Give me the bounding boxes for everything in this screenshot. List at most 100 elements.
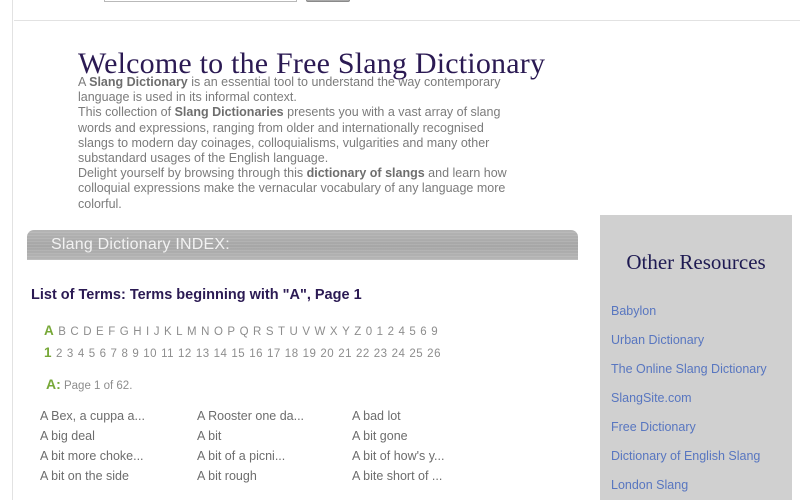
intro-paragraphs: A Slang Dictionary is an essential tool … xyxy=(78,75,508,212)
alpha-nav-item-Y[interactable]: Y xyxy=(342,326,350,338)
page-nav-item-4[interactable]: 4 xyxy=(78,348,85,360)
alpha-nav-item-Q[interactable]: Q xyxy=(240,326,249,338)
term-link[interactable]: A bit gone xyxy=(352,426,507,446)
sidebar-link[interactable]: London Slang xyxy=(611,471,791,500)
page-nav-item-1[interactable]: 1 xyxy=(44,345,52,360)
page-status-letter: A: xyxy=(46,376,61,392)
sidebar-link[interactable]: Free Dictionary xyxy=(611,413,791,442)
term-link[interactable]: A bit rough xyxy=(197,466,352,486)
alpha-nav-item-B[interactable]: B xyxy=(58,326,66,338)
alpha-nav-item-1[interactable]: 1 xyxy=(377,326,384,338)
page-nav-item-2[interactable]: 2 xyxy=(56,348,63,360)
page-nav-item-13[interactable]: 13 xyxy=(196,348,210,360)
intro-emphasis: dictionary of slangs xyxy=(306,166,425,181)
terms-grid: A Bex, a cuppa a... A big deal A bit more … xyxy=(40,406,580,486)
page-nav-item-12[interactable]: 12 xyxy=(178,348,192,360)
page-nav-item-8[interactable]: 8 xyxy=(121,348,128,360)
define-input[interactable] xyxy=(104,0,297,2)
page-nav-item-16[interactable]: 16 xyxy=(249,348,263,360)
alpha-nav-item-N[interactable]: N xyxy=(201,326,210,338)
alpha-nav-item-0[interactable]: 0 xyxy=(366,326,373,338)
intro-emphasis: Slang Dictionary xyxy=(89,75,188,89)
alpha-nav-item-D[interactable]: D xyxy=(83,326,92,338)
terms-column: A Bex, a cuppa a... A big deal A bit more … xyxy=(40,406,197,486)
page-nav-item-9[interactable]: 9 xyxy=(132,348,139,360)
alpha-nav-item-V[interactable]: V xyxy=(302,326,310,338)
intro-text: Delight yourself by browsing through thi… xyxy=(78,166,307,181)
alpha-nav-item-L[interactable]: L xyxy=(176,326,183,338)
page-nav-item-7[interactable]: 7 xyxy=(111,348,118,360)
page-nav-item-20[interactable]: 20 xyxy=(320,348,334,360)
page-nav-item-17[interactable]: 17 xyxy=(267,348,281,360)
term-link[interactable]: A bit of a picni... xyxy=(197,446,352,466)
alpha-nav-item-U[interactable]: U xyxy=(290,326,299,338)
intro-paragraph: A Slang Dictionary is an essential tool … xyxy=(78,75,508,105)
alpha-nav-item-W[interactable]: W xyxy=(315,326,326,338)
alpha-nav-item-Z[interactable]: Z xyxy=(354,326,362,338)
alpha-nav-item-X[interactable]: X xyxy=(330,326,338,338)
page-nav-item-23[interactable]: 23 xyxy=(374,348,388,360)
page-nav-item-19[interactable]: 19 xyxy=(303,348,317,360)
index-bar: Slang Dictionary INDEX: xyxy=(27,230,578,260)
alpha-nav-item-O[interactable]: O xyxy=(214,326,223,338)
alpha-nav-item-F[interactable]: F xyxy=(108,326,116,338)
term-link[interactable]: A bit of how's y... xyxy=(352,446,507,466)
alpha-nav-item-G[interactable]: G xyxy=(120,326,129,338)
term-link[interactable]: A bite short of ... xyxy=(352,466,507,486)
alpha-nav-item-M[interactable]: M xyxy=(187,326,197,338)
page-nav-item-11[interactable]: 11 xyxy=(161,348,174,360)
sidebar-link[interactable]: Babylon xyxy=(611,297,791,326)
page-status: A: Page 1 of 62. xyxy=(46,376,132,392)
sidebar-link[interactable]: SlangSite.com xyxy=(611,384,791,413)
page-left-rail xyxy=(0,0,13,500)
term-link[interactable]: A Bex, a cuppa a... xyxy=(40,406,197,426)
alpha-nav-item-S[interactable]: S xyxy=(266,326,274,338)
page-nav-item-22[interactable]: 22 xyxy=(356,348,370,360)
page-nav-item-14[interactable]: 14 xyxy=(214,348,228,360)
term-link[interactable]: A bit on the side xyxy=(40,466,197,486)
go-button[interactable]: Go! xyxy=(306,0,350,2)
intro-paragraph: Delight yourself by browsing through thi… xyxy=(78,166,508,212)
intro-emphasis: Slang Dictionaries xyxy=(174,105,284,120)
page-nav-item-6[interactable]: 6 xyxy=(100,348,107,360)
sidebar-link[interactable]: The Online Slang Dictionary xyxy=(611,355,791,384)
page-nav-item-5[interactable]: 5 xyxy=(89,348,96,360)
term-link[interactable]: A big deal xyxy=(40,426,197,446)
sidebar-link[interactable]: Dictionary of English Slang xyxy=(611,442,791,471)
alpha-nav-item-R[interactable]: R xyxy=(253,326,262,338)
page-nav-item-26[interactable]: 26 xyxy=(427,348,441,360)
page-nav-item-21[interactable]: 21 xyxy=(338,348,352,360)
alpha-nav-item-H[interactable]: H xyxy=(133,326,142,338)
alpha-nav-item-K[interactable]: K xyxy=(164,326,172,338)
alpha-nav-item-2[interactable]: 2 xyxy=(388,326,395,338)
term-link[interactable]: A bit xyxy=(197,426,352,446)
sidebar-link[interactable]: Urban Dictionary xyxy=(611,326,791,355)
page-nav-item-25[interactable]: 25 xyxy=(409,348,423,360)
alpha-nav-item-4[interactable]: 4 xyxy=(398,326,405,338)
alpha-nav-item-5[interactable]: 5 xyxy=(409,326,416,338)
intro-paragraph: This collection of Slang Dictionaries pr… xyxy=(78,105,508,166)
page-nav-item-10[interactable]: 10 xyxy=(143,348,157,360)
alpha-nav-item-6[interactable]: 6 xyxy=(420,326,427,338)
page-nav-item-24[interactable]: 24 xyxy=(392,348,406,360)
intro-text: A xyxy=(78,75,90,89)
alpha-nav-item-P[interactable]: P xyxy=(227,326,235,338)
alpha-nav-item-I[interactable]: I xyxy=(146,326,150,338)
intro-text: This collection of xyxy=(78,105,175,120)
alpha-nav-item-T[interactable]: T xyxy=(278,326,286,338)
search-bar: Define: Go! xyxy=(0,0,800,20)
alpha-nav-item-9[interactable]: 9 xyxy=(431,326,438,338)
page-nav-item-18[interactable]: 18 xyxy=(285,348,299,360)
page-number-nav: 1 2 3 4 5 6 7 8 9 10 11 12 13 14 15 16 17 18 19 20 21 22 23 24 2… xyxy=(44,345,445,360)
alpha-nav-item-J[interactable]: J xyxy=(154,326,160,338)
alpha-nav-item-E[interactable]: E xyxy=(96,326,104,338)
alpha-nav-item-C[interactable]: C xyxy=(70,326,79,338)
index-bar-label: Slang Dictionary INDEX: xyxy=(51,236,230,253)
page-nav-item-15[interactable]: 15 xyxy=(231,348,245,360)
term-link[interactable]: A Rooster one da... xyxy=(197,406,352,426)
alpha-nav-item-A[interactable]: A xyxy=(44,323,54,338)
term-link[interactable]: A bad lot xyxy=(352,406,507,426)
define-label: Define: xyxy=(31,0,99,6)
term-link[interactable]: A bit more choke... xyxy=(40,446,197,466)
page-nav-item-3[interactable]: 3 xyxy=(67,348,74,360)
